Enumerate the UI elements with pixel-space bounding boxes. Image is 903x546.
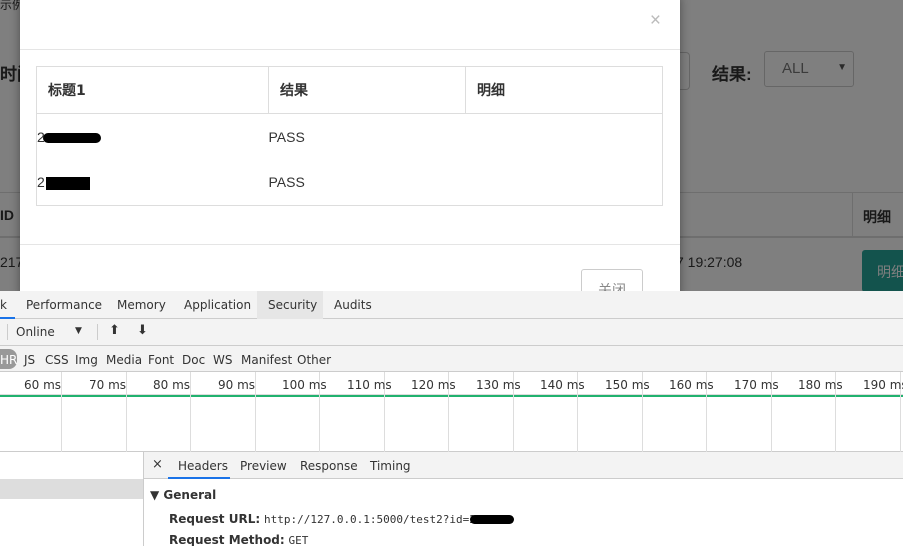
cell-id-prefix: 2 (37, 174, 45, 191)
timeline-tick-label: 180 ms (798, 378, 843, 392)
table-cell-result: PASS (268, 174, 305, 191)
toolbar-separator (97, 324, 98, 340)
filter-font[interactable]: Font (148, 353, 174, 367)
timeline-tick-label: 90 ms (218, 378, 256, 392)
tab-response[interactable]: Response (300, 459, 358, 473)
table-cell-id: 2 (37, 114, 269, 160)
filter-ws[interactable]: WS (213, 353, 232, 367)
filter-media[interactable]: Media (106, 353, 142, 367)
devtools-tabbar: k Performance Memory Application Securit… (0, 291, 903, 319)
table-cell-result: PASS (268, 128, 305, 145)
result-modal: × 标题1 结果 明细 2 PASS 2 PASS (20, 0, 680, 294)
filter-img[interactable]: Img (75, 353, 98, 367)
devtools-toolbar: Online ▼ ⬆ ⬇ (0, 319, 903, 346)
timeline-gridline (190, 372, 191, 452)
timeline-gridline (126, 372, 127, 452)
timeline-tick-label: 80 ms (153, 378, 191, 392)
filter-js[interactable]: JS (24, 353, 35, 367)
tab-preview[interactable]: Preview (240, 459, 287, 473)
table-row: 2 PASS (37, 114, 663, 160)
dropdown-caret-icon[interactable]: ▼ (75, 326, 82, 336)
request-url-label: Request URL: (169, 512, 261, 526)
timeline-tick-label: 130 ms (476, 378, 521, 392)
request-method-label: Request Method: (169, 533, 285, 546)
tab-timing[interactable]: Timing (370, 459, 411, 473)
table-cell-detail (466, 114, 663, 160)
timeline-tick-label: 170 ms (734, 378, 779, 392)
timeline-tick-label: 110 ms (347, 378, 392, 392)
filter-other[interactable]: Other (297, 353, 331, 367)
network-timeline[interactable]: 60 ms 70 ms 80 ms 90 ms 100 ms 110 ms 120 ms 13… (0, 372, 903, 452)
tab-memory[interactable]: Memory (117, 298, 166, 312)
toolbar-separator (7, 324, 8, 340)
throttle-select[interactable]: Online (16, 325, 55, 339)
tab-audits[interactable]: Audits (334, 298, 372, 312)
modal-header (20, 0, 680, 50)
timeline-gridline (255, 372, 256, 452)
download-icon[interactable]: ⬇ (137, 323, 148, 338)
filter-manifest[interactable]: Manifest (241, 353, 292, 367)
general-section-toggle[interactable]: ▼ General (150, 488, 216, 502)
tab-headers[interactable]: Headers (178, 459, 228, 473)
timeline-load-line (0, 395, 903, 397)
timeline-tick-label: 120 ms (411, 378, 456, 392)
redaction-mark (42, 133, 101, 144)
timeline-tick-label: 140 ms (540, 378, 585, 392)
request-method-value: GET (288, 534, 309, 546)
close-icon[interactable]: × (152, 457, 163, 472)
tab-network[interactable]: k (0, 298, 7, 312)
modal-th-result: 结果 (268, 66, 466, 114)
modal-table-header-row: 标题1 结果 明细 (36, 66, 663, 114)
table-cell-detail (466, 160, 663, 206)
close-icon[interactable]: × (650, 10, 661, 32)
timeline-tick-label: 160 ms (669, 378, 714, 392)
tab-application[interactable]: Application (184, 298, 251, 312)
modal-th-title: 标题1 (36, 66, 269, 114)
devtools-filterbar: HR JS CSS Img Media Font Doc WS Manifest… (0, 346, 903, 372)
filter-xhr[interactable]: HR (0, 349, 17, 369)
timeline-tick-label: 190 ms (863, 378, 903, 392)
modal-th-detail: 明细 (465, 66, 663, 114)
request-detail-area: × Headers Preview Response Timing ▼ Gene… (0, 452, 903, 546)
request-url-row: Request URL: http://127.0.0.1:5000/test2… (169, 512, 514, 526)
modal-table: 标题1 结果 明细 2 PASS 2 PASS (36, 66, 663, 206)
request-list-selected-row[interactable] (0, 479, 143, 499)
timeline-gridline (61, 372, 62, 452)
upload-icon[interactable]: ⬆ (109, 323, 120, 338)
table-row: 2 PASS (37, 160, 663, 206)
timeline-tick-label: 150 ms (605, 378, 650, 392)
redaction-mark (45, 177, 90, 191)
timeline-tick-label: 100 ms (282, 378, 327, 392)
timeline-tick-label: 70 ms (89, 378, 127, 392)
redaction-mark (469, 515, 514, 524)
timeline-tick-label: 60 ms (24, 378, 62, 392)
devtools-panel: k Performance Memory Application Securit… (0, 291, 903, 546)
request-list (0, 452, 144, 546)
filter-doc[interactable]: Doc (182, 353, 205, 367)
filter-css[interactable]: CSS (45, 353, 69, 367)
table-cell-id: 2 (37, 160, 269, 206)
tab-performance[interactable]: Performance (26, 298, 102, 312)
request-detail-tabs: × Headers Preview Response Timing (144, 452, 903, 479)
request-url-value: http://127.0.0.1:5000/test2?id=2 (263, 513, 476, 526)
request-method-row: Request Method: GET (169, 533, 308, 546)
tab-security[interactable]: Security (268, 298, 317, 312)
